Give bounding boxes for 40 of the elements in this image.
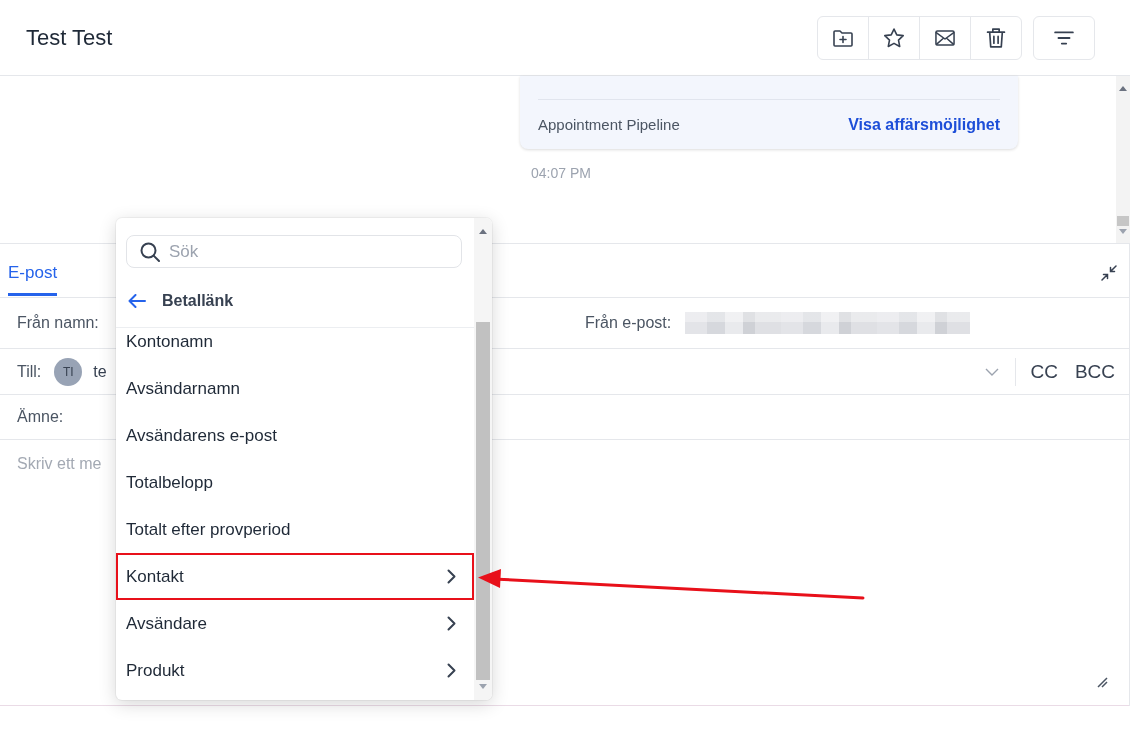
filter-button[interactable]	[1033, 15, 1095, 60]
menu-item[interactable]: Avsändare	[116, 600, 474, 647]
delete-button[interactable]	[970, 15, 1022, 60]
message-time: 04:07 PM	[531, 165, 591, 181]
page-title: Test Test	[26, 24, 113, 51]
field-label: Till:	[17, 362, 42, 381]
collapse-icon[interactable]	[1101, 264, 1117, 281]
star-button[interactable]	[868, 15, 920, 60]
email-tab[interactable]: E-post	[8, 244, 58, 296]
field-label: Från namn:	[17, 314, 99, 331]
recipient-name: te	[93, 362, 107, 381]
email-button[interactable]	[919, 15, 971, 60]
back-arrow-icon	[128, 294, 146, 308]
search-icon	[140, 242, 160, 262]
add-folder-button[interactable]	[817, 15, 869, 60]
menu-item[interactable]: Kontonamn	[116, 328, 474, 365]
chevron-right-icon	[447, 569, 456, 584]
folder-plus-icon	[833, 27, 853, 48]
bcc-button[interactable]: BCC	[1074, 360, 1115, 383]
field-label: Från e-post:	[585, 314, 672, 332]
search-field[interactable]: Sök	[126, 235, 462, 268]
field-label: Ämne:	[17, 408, 64, 426]
view-opportunity-link[interactable]: Visa affärsmöjlighet	[848, 115, 1000, 134]
menu-item[interactable]: Totalt efter provperiod	[116, 506, 474, 553]
menu-item[interactable]: Totalbelopp	[116, 459, 474, 506]
trash-icon	[986, 27, 1006, 48]
star-icon	[884, 27, 904, 48]
chevron-right-icon	[447, 616, 456, 631]
resize-handle-icon[interactable]	[1097, 677, 1108, 688]
cc-button[interactable]: CC	[1030, 360, 1058, 383]
pipeline-name: Appointment Pipeline	[538, 116, 680, 133]
scrollbar[interactable]	[1116, 76, 1130, 243]
back-button[interactable]: Betallänk	[126, 283, 240, 319]
avatar-initials: TI	[54, 357, 83, 386]
menu-item[interactable]: Kontakt	[116, 553, 474, 600]
chevron-right-icon	[447, 663, 456, 678]
scrollbar[interactable]	[474, 218, 492, 700]
menu-item[interactable]: Produkt	[116, 647, 474, 694]
mail-icon	[935, 27, 955, 48]
menu-item[interactable]: Avsändarnamn	[116, 365, 474, 412]
